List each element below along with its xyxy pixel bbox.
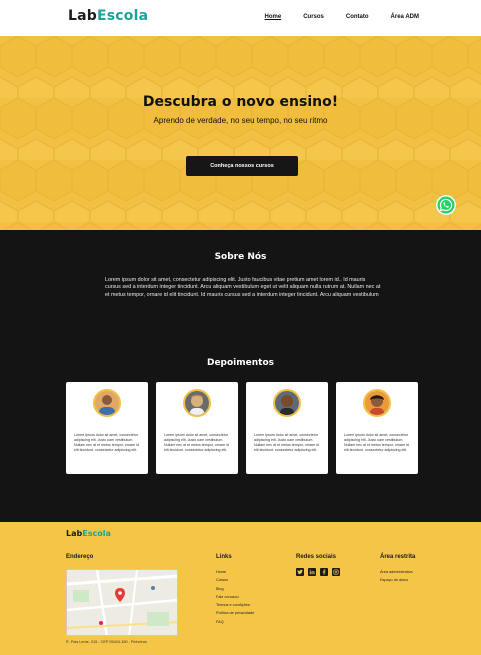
whatsapp-icon[interactable] [436, 195, 456, 215]
main-nav: Home Cursos Contato Área ADM [265, 14, 419, 20]
avatar [273, 389, 301, 417]
about-text: Lorem ipsum dolor sit amet, consectetur … [105, 277, 381, 298]
dark-section: Sobre Nós Lorem ipsum dolor sit amet, co… [0, 230, 481, 522]
testimonial-card: Lorem ipsum dolor sit amet, consectetur … [336, 382, 418, 474]
social-icons [296, 568, 340, 576]
facebook-icon[interactable] [320, 568, 328, 576]
footer-logo[interactable]: LabEscola [66, 529, 111, 538]
logo-text-escola: Escola [97, 8, 149, 24]
testimonial-card: Lorem ipsum dolor sit amet, consectetur … [66, 382, 148, 474]
testimonial-text: Lorem ipsum dolor sit amet, consectetur … [164, 433, 229, 452]
testimonial-cards: Lorem ipsum dolor sit amet, consectetur … [66, 382, 418, 474]
hero-title: Descubra o novo ensino! [142, 94, 339, 110]
restricted-links: Área administrativa Espaço do aluno [380, 570, 413, 582]
restricted-heading: Área restrita [380, 554, 416, 560]
address-text: R. Pais Leme, 215 - CEP 05424-150 - Pinh… [66, 640, 147, 644]
hero-subtitle: Aprendo de verdade, no seu tempo, no seu… [153, 116, 328, 125]
courses-button[interactable]: Conheça nossos cursos [186, 156, 298, 176]
avatar [363, 389, 391, 417]
nav-home[interactable]: Home [265, 14, 282, 20]
location-map[interactable] [66, 569, 178, 636]
avatar [183, 389, 211, 417]
footer-logo-escola: Escola [82, 529, 111, 538]
site-footer: LabEscola Endereço R. Pais Leme, 215 - C… [0, 522, 481, 655]
avatar [93, 389, 121, 417]
address-heading: Endereço [66, 554, 94, 560]
footer-link-fale-conosco[interactable]: Fale conosco [216, 595, 254, 599]
testimonial-text: Lorem ipsum dolor sit amet, consectetur … [74, 433, 139, 452]
nav-cursos[interactable]: Cursos [303, 14, 324, 20]
testimonial-card: Lorem ipsum dolor sit amet, consectetur … [156, 382, 238, 474]
nav-contato[interactable]: Contato [346, 14, 369, 20]
hexagon-pattern [0, 36, 481, 230]
site-header: LabEscola Home Cursos Contato Área ADM [0, 0, 481, 36]
hero-section: Descubra o novo ensino! Aprendo de verda… [0, 36, 481, 230]
testimonial-text: Lorem ipsum dolor sit amet, consectetur … [254, 433, 319, 452]
footer-link-privacidade[interactable]: Política de privacidade [216, 611, 254, 615]
testimonial-card: Lorem ipsum dolor sit amet, consectetur … [246, 382, 328, 474]
linkedin-icon[interactable] [308, 568, 316, 576]
footer-link-termos[interactable]: Termos e condições [216, 603, 254, 607]
testimonial-text: Lorem ipsum dolor sit amet, consectetur … [344, 433, 409, 452]
restricted-link-admin[interactable]: Área administrativa [380, 570, 413, 574]
twitter-icon[interactable] [296, 568, 304, 576]
footer-links: Home Cursos Blog Fale conosco Termos e c… [216, 570, 254, 624]
nav-area-adm[interactable]: Área ADM [391, 14, 419, 20]
links-heading: Links [216, 554, 232, 560]
footer-link-cursos[interactable]: Cursos [216, 578, 254, 582]
logo-text-lab: Lab [68, 8, 97, 24]
restricted-link-student[interactable]: Espaço do aluno [380, 578, 413, 582]
testimonials-title: Depoimentos [206, 358, 275, 368]
footer-link-home[interactable]: Home [216, 570, 254, 574]
footer-link-faq[interactable]: FAQ [216, 620, 254, 624]
instagram-icon[interactable] [332, 568, 340, 576]
social-heading: Redes sociais [296, 554, 337, 560]
footer-logo-lab: Lab [66, 529, 83, 538]
logo[interactable]: LabEscola [68, 8, 148, 24]
about-title: Sobre Nós [214, 252, 267, 262]
footer-link-blog[interactable]: Blog [216, 587, 254, 591]
